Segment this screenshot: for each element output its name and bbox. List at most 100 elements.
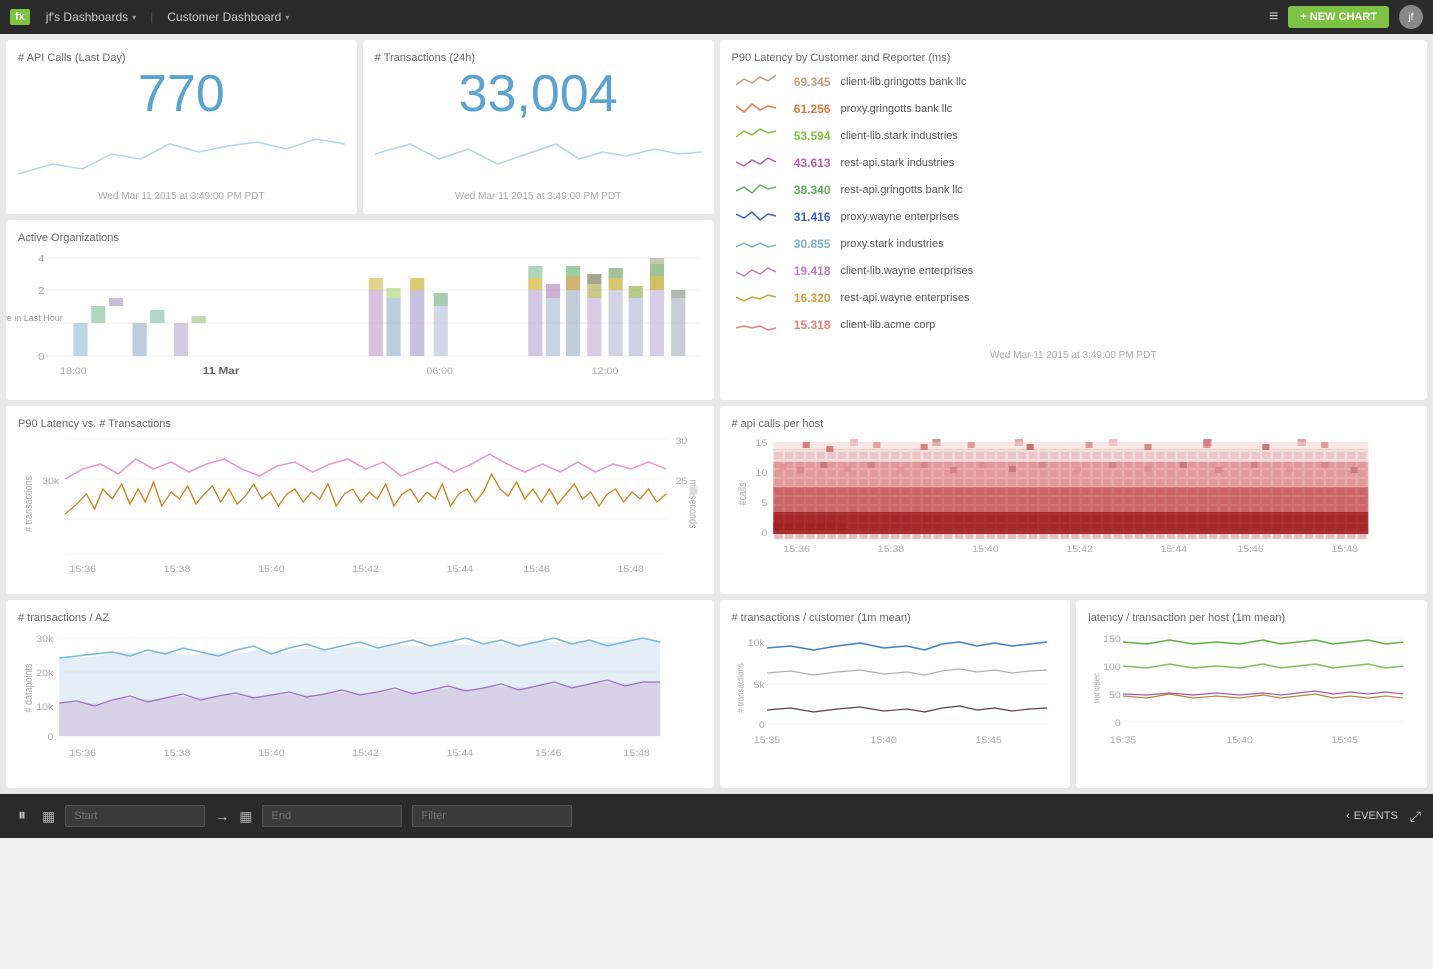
svg-text:15:48: 15:48 <box>623 749 650 759</box>
latency-value: 19.418 <box>782 257 837 284</box>
svg-text:5k: 5k <box>753 681 764 691</box>
dashboard-chevron: ▾ <box>285 13 289 22</box>
svg-text:0: 0 <box>1115 719 1121 729</box>
svg-text:30k: 30k <box>36 635 53 645</box>
p90-vs-title: P90 Latency vs. # Transactions <box>18 418 702 430</box>
latency-label: proxy.stark industries <box>837 230 1416 257</box>
latency-table-row: 69.345client-lib.gringotts bank llc <box>732 68 1416 95</box>
api-per-host-title: # api calls per host <box>732 418 1416 430</box>
bottom-navigation: ⏸ ▦ → ▦ ‹ EVENTS ⤢ <box>0 794 1433 838</box>
dashboards-chevron: ▾ <box>132 13 136 22</box>
filter-input[interactable] <box>412 805 572 827</box>
transactions-timestamp: Wed Mar 11 2015 at 3:49:00 PM PDT <box>375 191 702 202</box>
latency-per-host-card: latency / transaction per host (1m mean)… <box>1076 600 1427 788</box>
latency-table-row: 19.418client-lib.wayne enterprises <box>732 257 1416 284</box>
svg-text:15:38: 15:38 <box>164 565 191 575</box>
svg-text:15: 15 <box>755 439 767 449</box>
latency-value: 30.855 <box>782 230 837 257</box>
expand-button[interactable]: ⤢ <box>1410 808 1421 825</box>
new-chart-button[interactable]: + NEW CHART <box>1288 6 1389 28</box>
events-label: EVENTS <box>1354 810 1398 822</box>
end-time-input[interactable] <box>262 805 402 827</box>
svg-text:4: 4 <box>38 254 45 265</box>
user-avatar[interactable]: jf <box>1399 5 1423 29</box>
latency-table-row: 16.320rest-api.wayne enterprises <box>732 284 1416 311</box>
svg-text:15:46: 15:46 <box>535 749 562 759</box>
latency-table-row: 15.318client-lib.acme corp <box>732 311 1416 338</box>
latency-label: rest-api.wayne enterprises <box>837 284 1416 311</box>
transactions-customer-card: # transactions / customer (1m mean) 10k … <box>720 600 1071 788</box>
transactions-sparkline <box>375 124 702 184</box>
events-button[interactable]: ‹ EVENTS <box>1346 810 1398 822</box>
top-navigation: fx jf's Dashboards ▾ | Customer Dashboar… <box>0 0 1433 34</box>
svg-text:15:48: 15:48 <box>1331 545 1358 555</box>
svg-text:15:42: 15:42 <box>352 565 379 575</box>
svg-text:15:40: 15:40 <box>258 565 285 575</box>
svg-text:15:44: 15:44 <box>447 565 474 575</box>
svg-text:0: 0 <box>761 529 767 539</box>
latency-table-row: 43.613rest-api.stark industries <box>732 149 1416 176</box>
active-orgs-card: Active Organizations Active in Last Hour… <box>6 220 714 400</box>
svg-text:0: 0 <box>38 352 45 363</box>
current-dashboard-label: Customer Dashboard <box>167 10 281 24</box>
p90-vs-chart: 30k 30 25 # transactions milliseconds 15… <box>18 434 702 579</box>
hamburger-icon[interactable]: ≡ <box>1269 8 1278 26</box>
start-time-input[interactable] <box>65 805 205 827</box>
svg-text:30k: 30k <box>42 477 59 487</box>
svg-text:5: 5 <box>761 499 767 509</box>
time-arrow: → <box>215 808 229 824</box>
calendar-end-icon: ▦ <box>239 808 252 825</box>
active-orgs-chart: 4 2 0 <box>38 248 700 378</box>
svg-text:50: 50 <box>1109 691 1121 701</box>
svg-text:11 Mar: 11 Mar <box>203 366 241 377</box>
p90-vs-transactions-card: P90 Latency vs. # Transactions 30k 30 25… <box>6 406 714 594</box>
svg-text:15:44: 15:44 <box>447 749 474 759</box>
latency-table-row: 53.594client-lib.stark industries <box>732 122 1416 149</box>
svg-text:18:00: 18:00 <box>60 367 87 377</box>
transactions-value: 33,004 <box>375 68 702 120</box>
latency-per-host-chart: 150 100 50 0 nanosec 15:35 <box>1088 628 1415 758</box>
svg-text:2: 2 <box>38 286 45 297</box>
transactions-az-title: # transactions / AZ <box>18 612 702 624</box>
calendar-start-icon: ▦ <box>42 808 55 825</box>
latency-table-row: 30.855proxy.stark industries <box>732 230 1416 257</box>
transactions-title: # Transactions (24h) <box>375 52 702 64</box>
dashboards-label: jf's Dashboards <box>46 10 128 24</box>
latency-value: 38.340 <box>782 176 837 203</box>
dashboards-nav-item[interactable]: jf's Dashboards ▾ <box>40 10 142 24</box>
latency-per-host-title: latency / transaction per host (1m mean) <box>1088 612 1415 624</box>
svg-text:06:00: 06:00 <box>426 367 453 377</box>
svg-text:150: 150 <box>1103 635 1121 645</box>
fx-logo: fx <box>10 9 30 25</box>
latency-label: client-lib.stark industries <box>837 122 1416 149</box>
svg-text:10k: 10k <box>747 639 764 649</box>
svg-text:milliseconds: milliseconds <box>686 480 698 529</box>
latency-value: 15.318 <box>782 311 837 338</box>
active-orgs-title: Active Organizations <box>18 232 702 244</box>
svg-text:15:35: 15:35 <box>1110 736 1137 746</box>
svg-text:15:36: 15:36 <box>70 749 97 759</box>
nav-right: ≡ + NEW CHART jf <box>1269 5 1423 29</box>
svg-text:30: 30 <box>676 437 688 447</box>
p90-latency-timestamp: Wed Mar 11 2015 at 3:49:00 PM PDT <box>732 350 1416 361</box>
latency-label: proxy.gringotts bank llc <box>837 95 1416 122</box>
api-calls-card: # API Calls (Last Day) 770 Wed Mar 11 20… <box>6 40 357 214</box>
pause-button[interactable]: ⏸ <box>12 803 32 829</box>
active-orgs-y-label: Active in Last Hour <box>6 313 63 323</box>
svg-text:15:44: 15:44 <box>1160 545 1187 555</box>
latency-table-row: 31.416proxy.wayne enterprises <box>732 203 1416 230</box>
p90-latency-title: P90 Latency by Customer and Reporter (ms… <box>732 52 1416 64</box>
latency-value: 43.613 <box>782 149 837 176</box>
api-per-host-card: # api calls per host 15 10 5 0 #calls <box>720 406 1428 594</box>
svg-text:20k: 20k <box>36 669 53 679</box>
latency-table-row: 38.340rest-api.gringotts bank llc <box>732 176 1416 203</box>
svg-text:15:36: 15:36 <box>70 565 97 575</box>
latency-label: client-lib.acme corp <box>837 311 1416 338</box>
svg-text:# datapoints: # datapoints <box>24 663 36 712</box>
svg-text:15:40: 15:40 <box>870 736 897 746</box>
current-dashboard-nav[interactable]: Customer Dashboard ▾ <box>161 10 295 24</box>
svg-text:0: 0 <box>47 733 53 743</box>
svg-text:15:35: 15:35 <box>753 736 780 746</box>
svg-text:15:42: 15:42 <box>352 749 379 759</box>
latency-label: client-lib.gringotts bank llc <box>837 68 1416 95</box>
